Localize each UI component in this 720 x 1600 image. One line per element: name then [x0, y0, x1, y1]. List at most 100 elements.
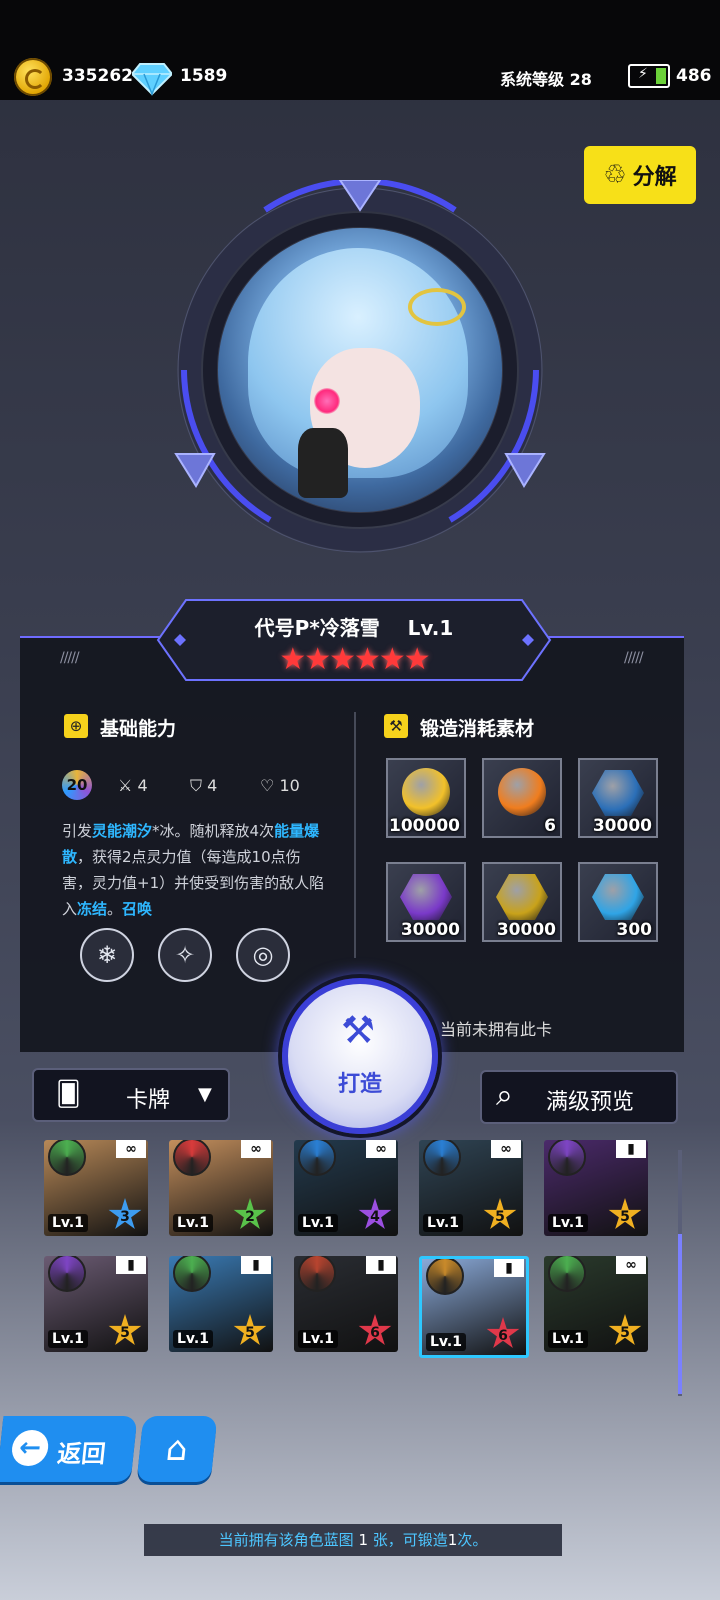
- stamina-amount: 486: [676, 66, 712, 86]
- shield-icon: ⛉: [190, 776, 203, 795]
- back-label: 返回: [56, 1440, 107, 1468]
- forge-button[interactable]: ⚒ 打造: [282, 978, 438, 1134]
- material-ice-crystal[interactable]: 30000: [578, 758, 658, 838]
- character-name: 代号P*冷落雪 Lv.1: [254, 616, 454, 640]
- card-star-rank: 5: [108, 1314, 142, 1345]
- card-list-scrollbar[interactable]: [678, 1150, 682, 1396]
- card-star-rank: 6: [358, 1314, 392, 1345]
- material-quantity: 30000: [592, 816, 652, 836]
- recycle-icon: ♲: [603, 160, 627, 190]
- card-item[interactable]: ▮ Lv.1 6: [294, 1256, 398, 1352]
- card-item[interactable]: ▮ Lv.1 6: [419, 1256, 529, 1358]
- element-icon: [173, 1256, 211, 1292]
- card-star-rank: 5: [483, 1198, 517, 1229]
- panel-hatch-right: /////: [624, 650, 644, 666]
- defense-stat: ⛉ 4: [190, 776, 218, 795]
- material-quantity: 100000: [389, 816, 460, 836]
- card-level: Lv.1: [173, 1214, 213, 1232]
- ability-description: 引发灵能潮汐*冰。随机释放4次能量爆散，获得2点灵力值（每造成10点伤害，灵力值…: [62, 822, 325, 918]
- card-list: ∞ Lv.1 3 ∞ Lv.1 2 ∞ Lv.1 4 ∞ Lv.1 5 ▮ Lv.1 5 ▮ Lv.1 5 ▮ Lv.…: [44, 1140, 674, 1396]
- character-level: Lv.1: [407, 616, 454, 640]
- card-star-rank: 5: [233, 1314, 267, 1345]
- blueprint-status-message: 当前拥有该角色蓝图 1 张，可锻造1次。: [144, 1524, 562, 1556]
- card-tag-icon: ▮: [616, 1140, 646, 1158]
- target-icon: ⊕: [64, 714, 88, 738]
- anvil-hammer-icon: ⚒: [340, 1008, 376, 1052]
- cards-icon: 🂠: [56, 1080, 81, 1108]
- card-filter-dropdown[interactable]: 🂠 卡牌 ▼: [32, 1068, 230, 1122]
- card-star-rank: 3: [108, 1198, 142, 1229]
- hp-stat: ♡ 10: [260, 776, 300, 795]
- card-level: Lv.1: [173, 1330, 213, 1348]
- section-divider: [354, 712, 356, 958]
- card-tag-icon: ∞: [616, 1256, 646, 1274]
- material-quantity: 30000: [400, 920, 460, 940]
- ownership-status: 当前未拥有此卡: [440, 1020, 553, 1039]
- system-level: 系统等级 28: [500, 70, 592, 89]
- home-button[interactable]: ⌂: [136, 1416, 218, 1482]
- home-icon: ⌂: [164, 1429, 190, 1469]
- material-quantity: 300: [616, 920, 653, 940]
- gold-coin-icon: [14, 58, 52, 96]
- card-tag-icon: ∞: [241, 1140, 271, 1158]
- gold-amount: 335262: [62, 66, 133, 86]
- element-icon: [426, 1259, 464, 1295]
- card-star-rank: 5: [608, 1314, 642, 1345]
- rarity-stars: ★★★★★★: [279, 642, 430, 677]
- search-icon: ⌕: [496, 1078, 513, 1113]
- basic-ability-title: 基础能力: [100, 718, 177, 740]
- element-icon: [548, 1140, 586, 1176]
- swirl-icon[interactable]: ◎: [236, 928, 290, 982]
- card-level: Lv.1: [48, 1330, 88, 1348]
- card-level: Lv.1: [298, 1214, 338, 1232]
- material-gold-gear[interactable]: 30000: [482, 862, 562, 942]
- element-icon: [48, 1256, 86, 1292]
- card-item[interactable]: ▮ Lv.1 5: [169, 1256, 273, 1352]
- card-item[interactable]: ∞ Lv.1 5: [544, 1256, 648, 1352]
- name-banner-content: 代号P*冷落雪 Lv.1 ★★★★★★: [156, 598, 552, 682]
- card-star-rank: 6: [486, 1317, 520, 1348]
- card-item[interactable]: ∞ Lv.1 4: [294, 1140, 398, 1236]
- preview-label: 满级预览: [546, 1090, 635, 1115]
- card-item[interactable]: ▮ Lv.1 5: [544, 1140, 648, 1236]
- arrow-left-icon: ←: [10, 1430, 50, 1466]
- gem-amount: 1589: [180, 66, 228, 86]
- card-tag-icon: ∞: [116, 1140, 146, 1158]
- max-level-preview-button[interactable]: ⌕ 满级预览: [480, 1070, 678, 1124]
- material-fire-orb[interactable]: 6: [482, 758, 562, 838]
- sparkle-circle-icon[interactable]: ✧: [158, 928, 212, 982]
- forge-label: 打造: [337, 1072, 382, 1097]
- chevron-down-icon: ▼: [198, 1084, 212, 1105]
- snowflake-shield-icon[interactable]: ❄: [80, 928, 134, 982]
- card-tag-icon: ∞: [491, 1140, 521, 1158]
- card-tag-icon: ▮: [241, 1256, 271, 1274]
- card-level: Lv.1: [548, 1214, 588, 1232]
- card-star-rank: 2: [233, 1198, 267, 1229]
- card-tag-icon: ▮: [366, 1256, 396, 1274]
- stamina-battery-icon: ⚡: [628, 64, 670, 88]
- sword-icon: ⚔: [118, 776, 133, 795]
- material-quantity: 6: [544, 816, 556, 836]
- element-icon: [298, 1256, 336, 1292]
- blue-cube-icon: [592, 874, 644, 920]
- ice-crystal-icon: [592, 770, 644, 816]
- dismantle-button[interactable]: ♲ 分解: [584, 146, 696, 204]
- purple-rune-icon: [400, 874, 452, 920]
- material-purple-rune[interactable]: 30000: [386, 862, 466, 942]
- diamond-icon: [132, 63, 172, 96]
- card-item[interactable]: ▮ Lv.1 5: [44, 1256, 148, 1352]
- card-filter-label: 卡牌: [126, 1088, 171, 1113]
- card-item[interactable]: ∞ Lv.1 2: [169, 1140, 273, 1236]
- card-level: Lv.1: [48, 1214, 88, 1232]
- panel-hatch-left: /////: [60, 650, 80, 666]
- card-item[interactable]: ∞ Lv.1 5: [419, 1140, 523, 1236]
- card-item[interactable]: ∞ Lv.1 3: [44, 1140, 148, 1236]
- back-button[interactable]: ← 返回: [0, 1416, 138, 1482]
- material-blue-cube[interactable]: 300: [578, 862, 658, 942]
- element-icon: [298, 1140, 336, 1176]
- card-level: Lv.1: [548, 1330, 588, 1348]
- element-icon: [173, 1140, 211, 1176]
- anvil-icon: ⚒: [384, 714, 408, 738]
- attack-stat: ⚔ 4: [118, 776, 148, 795]
- material-gold-coin[interactable]: 100000: [386, 758, 466, 838]
